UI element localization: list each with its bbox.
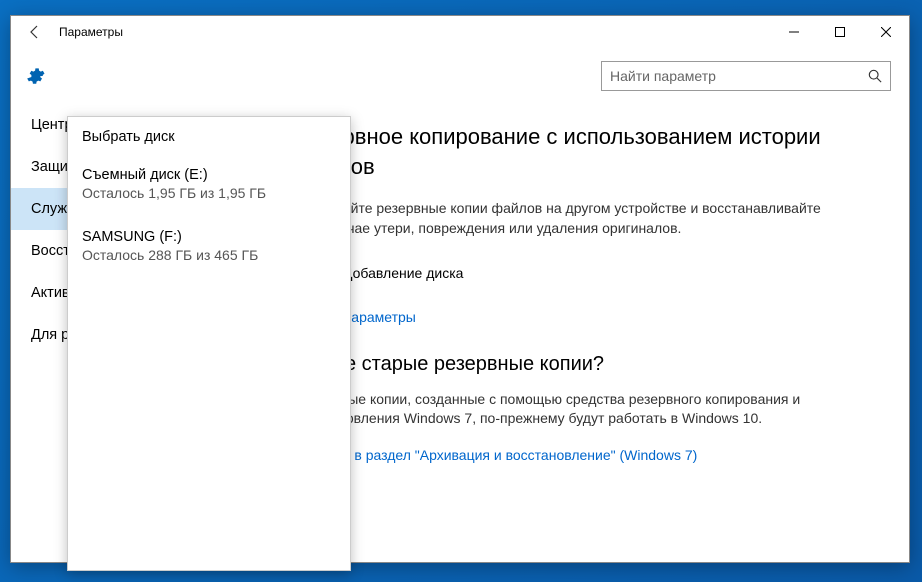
search-icon bbox=[868, 69, 882, 83]
disk-name: Съемный диск (E:) bbox=[82, 167, 336, 183]
header-row bbox=[11, 48, 909, 104]
settings-home-button[interactable] bbox=[11, 66, 59, 86]
titlebar: Параметры bbox=[11, 16, 909, 48]
add-disk-button[interactable]: + Добавление диска bbox=[295, 255, 885, 291]
disk-space-info: Осталось 1,95 ГБ из 1,95 ГБ bbox=[82, 185, 336, 201]
close-icon bbox=[881, 27, 891, 37]
disk-name: SAMSUNG (F:) bbox=[82, 229, 336, 245]
page-heading: Резервное копирование с использованием и… bbox=[295, 122, 885, 181]
back-button[interactable] bbox=[11, 16, 59, 48]
back-arrow-icon bbox=[27, 24, 43, 40]
gear-icon bbox=[25, 66, 45, 86]
old-backups-heading: Ищете старые резервные копии? bbox=[295, 353, 885, 376]
disk-option[interactable]: Съемный диск (E:) Осталось 1,95 ГБ из 1,… bbox=[82, 163, 336, 205]
disk-selection-popup: Выбрать диск Съемный диск (E:) Осталось … bbox=[67, 116, 351, 571]
disk-space-info: Осталось 288 ГБ из 465 ГБ bbox=[82, 247, 336, 263]
add-disk-label: Добавление диска bbox=[343, 265, 463, 281]
maximize-button[interactable] bbox=[817, 16, 863, 48]
search-box[interactable] bbox=[601, 61, 891, 91]
old-backups-description: Резервные копии, созданные с помощью сре… bbox=[295, 390, 835, 429]
minimize-button[interactable] bbox=[771, 16, 817, 48]
window-title: Параметры bbox=[59, 25, 123, 39]
content-area: Резервное копирование с использованием и… bbox=[271, 48, 909, 562]
popup-title: Выбрать диск bbox=[82, 129, 336, 145]
settings-window: Параметры Центр обновления Windows За bbox=[10, 15, 910, 563]
backup-description: Сохраняйте резервные копии файлов на дру… bbox=[295, 199, 835, 238]
disk-option[interactable]: SAMSUNG (F:) Осталось 288 ГБ из 465 ГБ bbox=[82, 225, 336, 267]
close-button[interactable] bbox=[863, 16, 909, 48]
minimize-icon bbox=[789, 27, 799, 37]
window-controls bbox=[771, 16, 909, 48]
maximize-icon bbox=[835, 27, 845, 37]
goto-win7-backup-link[interactable]: Перейти в раздел "Архивация и восстановл… bbox=[295, 447, 697, 463]
search-input[interactable] bbox=[610, 68, 868, 84]
